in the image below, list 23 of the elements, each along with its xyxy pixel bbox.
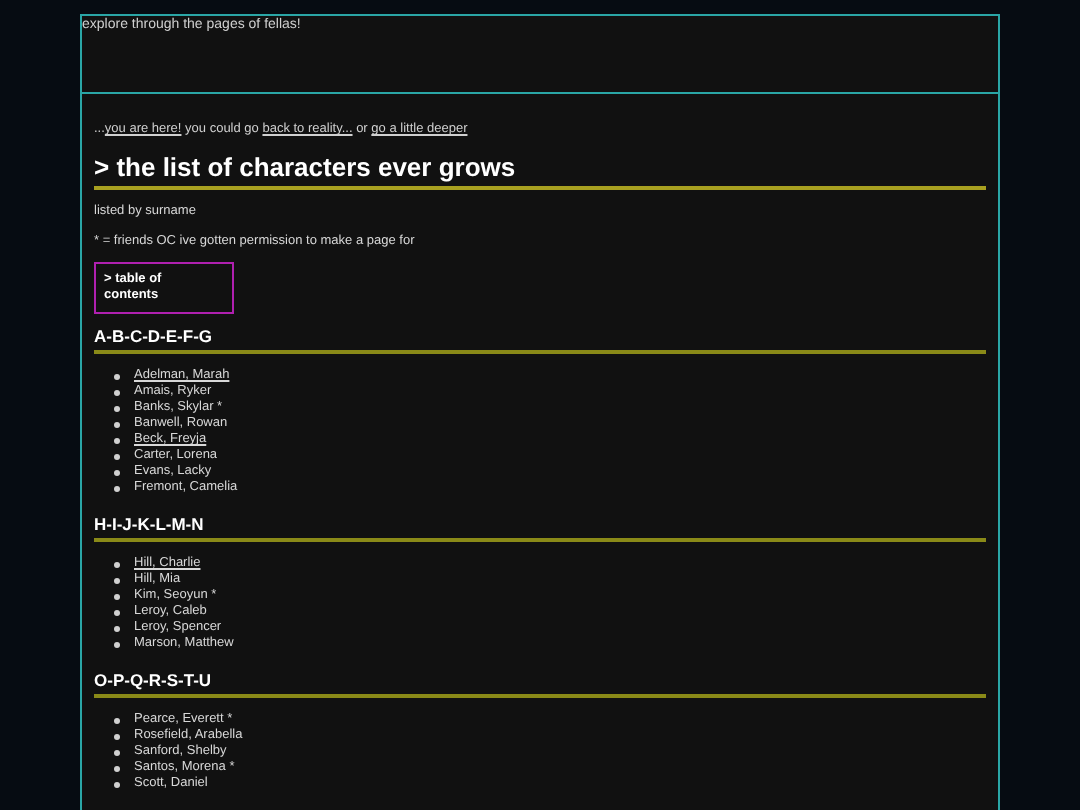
- bullet-icon: [114, 625, 120, 631]
- bullet-icon: [114, 389, 120, 395]
- bullet-icon: [114, 609, 120, 615]
- section-heading: H-I-J-K-L-M-N: [94, 514, 986, 542]
- bullet-icon: [114, 733, 120, 739]
- bullet-icon: [114, 437, 120, 443]
- bullet-icon: [114, 593, 120, 599]
- bullet-icon: [114, 469, 120, 475]
- bullet-icon: [114, 405, 120, 411]
- section-heading: A-B-C-D-E-F-G: [94, 326, 986, 354]
- bullet-icon: [114, 765, 120, 771]
- section-heading: O-P-Q-R-S-T-U: [94, 670, 986, 698]
- page-title: > the list of characters ever grows: [94, 152, 986, 190]
- bullet-icon: [114, 749, 120, 755]
- bullet-icon: [114, 577, 120, 583]
- bullet-icon: [114, 717, 120, 723]
- bullet-icon: [114, 485, 120, 491]
- bullet-icon: [114, 421, 120, 427]
- bullet-icon: [114, 641, 120, 647]
- bullet-icon: [114, 781, 120, 787]
- bullet-icon: [114, 373, 120, 379]
- bullet-icon: [114, 561, 120, 567]
- bullet-icon: [114, 453, 120, 459]
